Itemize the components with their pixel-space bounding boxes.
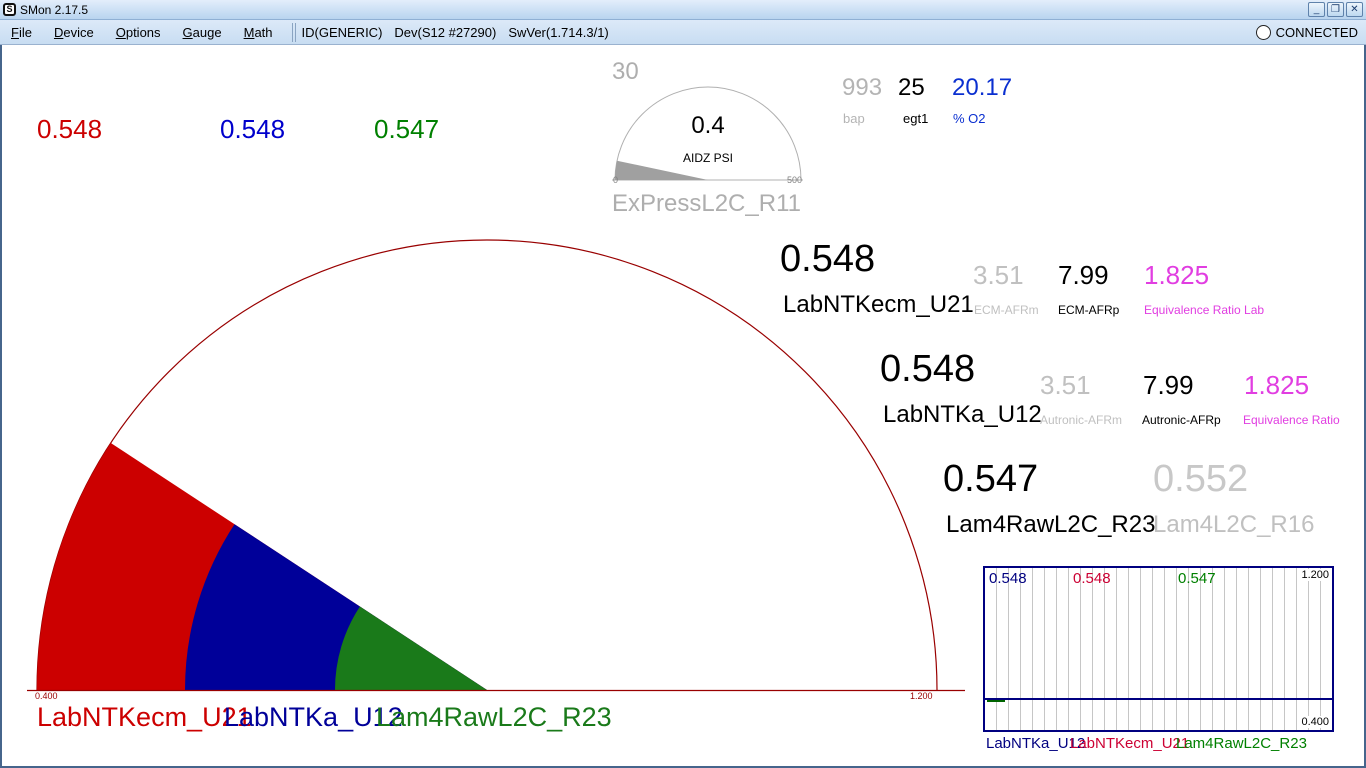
strip-chart-ymin: 0.400 — [1300, 716, 1330, 728]
col-value: 1.825 — [1244, 370, 1310, 400]
app-window: S SMon 2.17.5 _ ❐ ✕ File Device Options … — [0, 0, 1366, 768]
lambda-gauge-max: 1.200 — [910, 691, 933, 701]
channel-name: LabNTKecm_U21 — [783, 291, 974, 318]
strip-chart-value-ecm: 0.548 — [1073, 570, 1111, 587]
col-value: 1.825 — [1144, 260, 1210, 290]
strip-chart-legend-lam4: Lam4RawL2C_R23 — [1176, 735, 1307, 752]
strip-chart-trace-start — [987, 700, 1005, 702]
col-label: Equivalence Ratio — [1243, 413, 1340, 427]
lambda-gauge-min: 0.400 — [35, 691, 58, 701]
lambda-needle-lam4 — [334, 606, 487, 690]
strip-chart-legend-ecm: LabNTKecm_U21 — [1070, 735, 1190, 752]
strip-chart[interactable]: 0.548 0.548 0.547 1.200 0.400 — [983, 566, 1334, 732]
channel-value-secondary: 0.552 — [1153, 458, 1249, 500]
strip-chart-trace — [985, 698, 1332, 700]
strip-chart-value-lam4: 0.547 — [1178, 570, 1216, 587]
lambda-legend-lam4: Lam4RawL2C_R23 — [376, 702, 612, 732]
col-label: ECM-AFRp — [1058, 303, 1120, 317]
col-value: 7.99 — [1058, 260, 1109, 290]
channel-name: Lam4RawL2C_R23 — [946, 511, 1156, 538]
col-label: ECM-AFRm — [974, 303, 1039, 317]
channel-value: 0.548 — [780, 238, 876, 280]
channel-name-secondary: Lam4L2C_R16 — [1153, 511, 1315, 538]
channel-name: LabNTKa_U12 — [883, 401, 1042, 428]
col-value: 3.51 — [1040, 370, 1091, 400]
col-label: Autronic-AFRm — [1040, 413, 1123, 427]
col-value: 7.99 — [1143, 370, 1194, 400]
col-value: 3.51 — [973, 260, 1024, 290]
col-label: Equivalence Ratio Lab — [1144, 303, 1265, 317]
strip-chart-value-ntka: 0.548 — [989, 570, 1027, 587]
channel-value: 0.547 — [943, 458, 1039, 500]
col-label: Autronic-AFRp — [1142, 413, 1221, 427]
channel-value: 0.548 — [880, 348, 976, 390]
strip-chart-ymax: 1.200 — [1300, 569, 1330, 581]
lambda-legend-ecm: LabNTKecm_U21 — [37, 702, 252, 732]
